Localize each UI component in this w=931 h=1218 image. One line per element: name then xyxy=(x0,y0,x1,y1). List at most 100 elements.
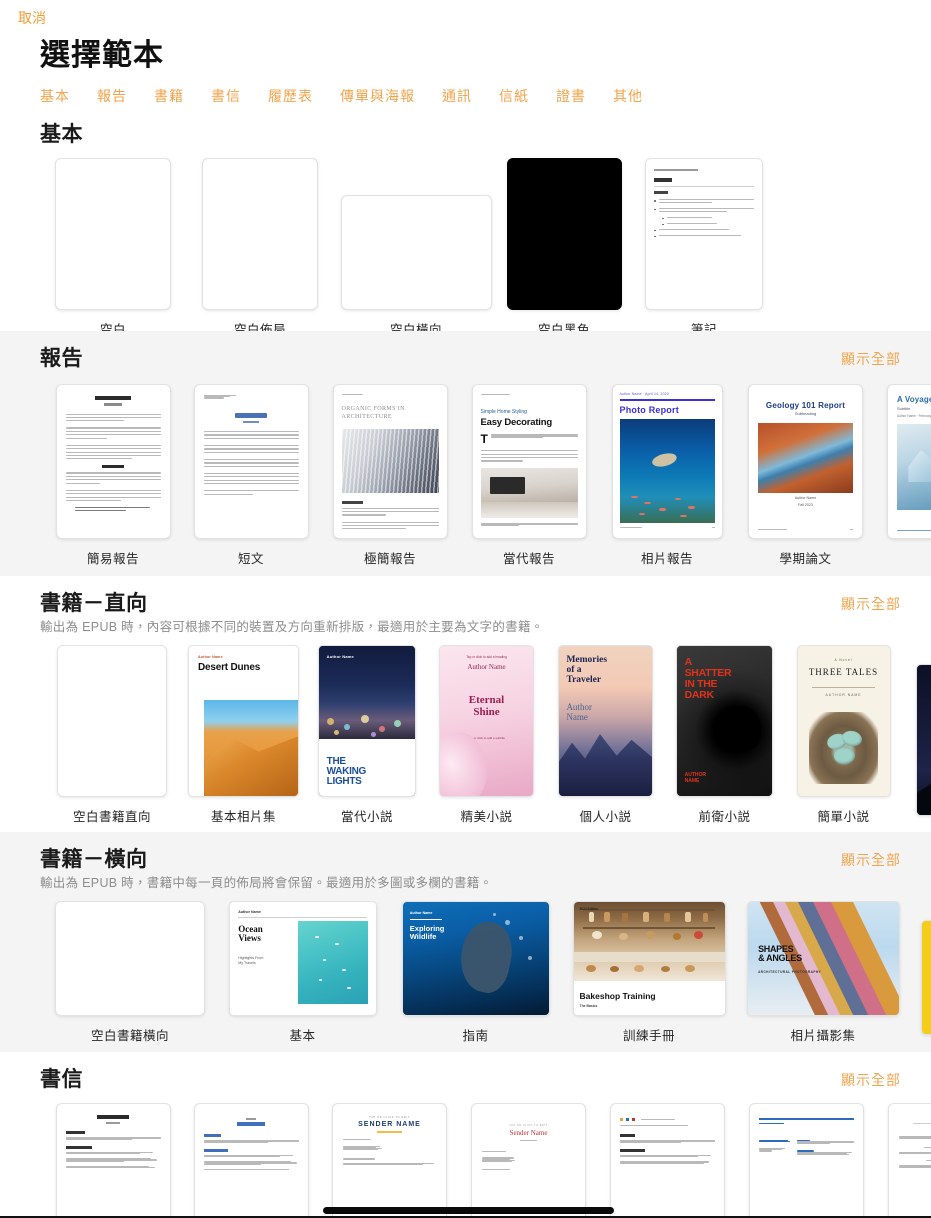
thumbnail-subtitle: The Basics xyxy=(579,1004,598,1009)
template-caption: 指南 xyxy=(462,1029,489,1043)
show-all-letters-button[interactable]: 顯示全部 xyxy=(841,1070,901,1090)
template-card-note[interactable]: 筆記 xyxy=(634,158,774,338)
template-card-simple-novel[interactable]: A Novel THREE TALES AUTHOR NAME 簡單小説 xyxy=(784,645,903,825)
template-card-elegant-novel[interactable]: Tap or click to add a heading Author Nam… xyxy=(427,645,546,825)
template-thumbnail[interactable] xyxy=(55,384,171,539)
template-card-training-manual[interactable]: 2024 Edition Bakeshop Training The Basic… xyxy=(562,901,736,1044)
cancel-button[interactable]: 取消 xyxy=(18,11,46,25)
tab-misc[interactable]: 其他 xyxy=(613,86,643,106)
template-thumbnail[interactable]: 2024 Edition Bakeshop Training The Basic… xyxy=(572,901,726,1016)
template-thumbnail[interactable]: A Voyage to the Subtitle Author Name · F… xyxy=(887,384,931,539)
template-caption: 極簡報告 xyxy=(363,552,416,566)
template-thumbnail[interactable]: Author Name Exploring Wildlife xyxy=(401,901,550,1016)
template-thumbnail[interactable] xyxy=(506,158,622,310)
template-thumbnail[interactable] xyxy=(193,1103,309,1218)
template-thumbnail[interactable] xyxy=(57,645,167,797)
template-thumbnail[interactable] xyxy=(55,158,171,310)
template-thumbnail[interactable]: Simple Home Styling Easy Decorating T xyxy=(471,384,587,539)
template-card-basic-landscape[interactable]: Author Name Ocean Views Highlights From My… xyxy=(216,901,389,1044)
template-thumbnail[interactable] xyxy=(55,1103,171,1218)
section-subtitle: 輸出為 EPUB 時，內容可根據不同的裝置及方向重新排版，最適用於主要為文字的書… xyxy=(40,620,544,634)
template-thumbnail[interactable]: TAP OR CLICK TO EDIT SENDER NAME xyxy=(332,1103,447,1218)
template-row-basic[interactable]: 空白 空白佈局 空白橫向 空白黑色 筆記 xyxy=(0,158,931,338)
template-thumbnail[interactable] xyxy=(55,901,205,1016)
thumbnail-subtitle: ARCHITECTURAL PHOTOGRAPHY xyxy=(758,969,822,974)
show-all-books-landscape-button[interactable]: 顯示全部 xyxy=(841,850,901,870)
show-all-reports-button[interactable]: 顯示全部 xyxy=(841,349,901,369)
template-thumbnail[interactable] xyxy=(645,158,763,310)
template-card-letter-6[interactable] xyxy=(737,1103,876,1218)
template-card-letter-5[interactable] xyxy=(598,1103,737,1218)
template-card-personal-novel[interactable]: Memories of a Traveler Author Name 個人小説 xyxy=(546,645,665,825)
template-card-blank-black[interactable]: 空白黑色 xyxy=(494,158,634,338)
tab-flyers-posters[interactable]: 傳單與海報 xyxy=(340,86,415,106)
tab-books[interactable]: 書籍 xyxy=(154,86,184,106)
template-card-photo-portfolio[interactable]: SHAPES & ANGLES ARCHITECTURAL PHOTOGRAPHY… xyxy=(736,901,910,1044)
template-card-letter-1[interactable] xyxy=(44,1103,182,1218)
template-thumbnail[interactable] xyxy=(888,1103,931,1218)
template-thumbnail[interactable]: Author Name · April 14, 2020 Photo Repor… xyxy=(611,384,723,539)
tab-stationery[interactable]: 信紙 xyxy=(499,86,529,106)
template-thumbnail[interactable]: Author Name Desert Dunes xyxy=(188,645,299,797)
template-caption: 簡單小説 xyxy=(817,810,870,824)
template-thumbnail[interactable]: Memories of a Traveler Author Name xyxy=(558,645,653,797)
template-card-school[interactable]: A Voyage to the Subtitle Author Name · F… xyxy=(875,384,931,567)
tab-certificates[interactable]: 證書 xyxy=(556,86,586,106)
template-caption: 相片報告 xyxy=(640,552,693,566)
template-thumbnail[interactable] xyxy=(610,1103,725,1218)
template-card-term-paper[interactable]: Geology 101 Report Subheading Author Nam… xyxy=(736,384,875,567)
thumbnail-author: AUTHOR NAME xyxy=(684,772,706,784)
template-thumbnail[interactable]: A SHATTER IN THE DARK AUTHOR NAME xyxy=(676,645,773,797)
template-thumbnail[interactable]: ORGANIC FORMS IN ARCHITECTURE xyxy=(332,384,448,539)
template-card-essay[interactable]: 短文 xyxy=(182,384,320,567)
template-thumbnail[interactable]: Recipes forSoupby Author StrawberryRainb… xyxy=(920,920,931,1035)
template-thumbnail[interactable] xyxy=(193,384,309,539)
template-row-books-portrait[interactable]: 空白書籍直向 Author Name Desert Dunes 基本相片集 Au… xyxy=(0,645,931,825)
template-card-letter-3[interactable]: TAP OR CLICK TO EDIT SENDER NAME xyxy=(320,1103,459,1218)
template-card-avantgarde-novel[interactable]: A SHATTER IN THE DARK AUTHOR NAME 前衛小説 xyxy=(665,645,784,825)
template-card-recipe[interactable]: Recipes forSoupby Author StrawberryRainb… xyxy=(910,920,931,1044)
template-card-minimal-report[interactable]: ORGANIC FORMS IN ARCHITECTURE 極簡報告 xyxy=(320,384,460,567)
template-card-letter-2[interactable] xyxy=(182,1103,320,1218)
show-all-books-portrait-button[interactable]: 顯示全部 xyxy=(841,594,901,614)
template-card-letter-7[interactable] xyxy=(876,1103,931,1218)
template-thumbnail[interactable] xyxy=(749,1103,864,1218)
horizontal-scrollbar-thumb[interactable] xyxy=(323,1207,614,1214)
template-thumbnail[interactable]: Geology 101 Report Subheading Author Nam… xyxy=(748,384,863,539)
template-card-night-novel[interactable] xyxy=(903,664,931,825)
template-thumbnail[interactable] xyxy=(340,195,492,310)
template-card-guide[interactable]: Author Name Exploring Wildlife 指南 xyxy=(389,901,562,1044)
thumbnail-title: Exploring Wildlife xyxy=(409,923,445,941)
template-thumbnail[interactable]: Author Name Ocean Views Highlights From My… xyxy=(228,901,377,1016)
template-caption: 基本相片集 xyxy=(210,810,276,824)
template-row-reports[interactable]: 簡易報告 短文 ORGANIC FORMS IN ARCHITECTURE 極簡… xyxy=(0,384,931,567)
tab-reports[interactable]: 報告 xyxy=(97,86,127,106)
template-thumbnail[interactable] xyxy=(202,158,318,310)
thumbnail-title: Desert Dunes xyxy=(198,662,261,673)
template-card-blank-book-portrait[interactable]: 空白書籍直向 xyxy=(44,645,180,825)
template-thumbnail[interactable]: Author Name THE WAKING LIGHTS xyxy=(318,645,416,797)
thumbnail-title: Eternal Shine xyxy=(468,694,505,718)
tab-letters[interactable]: 書信 xyxy=(211,86,241,106)
template-thumbnail[interactable]: A Novel THREE TALES AUTHOR NAME xyxy=(796,645,891,797)
tab-basic[interactable]: 基本 xyxy=(40,86,70,106)
template-card-blank-layout[interactable]: 空白佈局 xyxy=(182,158,338,338)
template-card-contemporary-novel[interactable]: Author Name THE WAKING LIGHTS 當代小説 xyxy=(307,645,427,825)
tab-resumes[interactable]: 履歷表 xyxy=(268,86,313,106)
template-card-simple-report[interactable]: 簡易報告 xyxy=(44,384,182,567)
template-card-basic-photo-book[interactable]: Author Name Desert Dunes 基本相片集 xyxy=(180,645,307,825)
template-thumbnail[interactable] xyxy=(915,664,931,816)
thumbnail-author: Author Name xyxy=(409,911,433,916)
tab-newsletters[interactable]: 通訊 xyxy=(442,86,472,106)
template-thumbnail[interactable]: TAP OR CLICK TO EDIT Sender Name xyxy=(471,1103,586,1218)
template-thumbnail[interactable]: SHAPES & ANGLES ARCHITECTURAL PHOTOGRAPHY xyxy=(746,901,900,1016)
template-card-letter-4[interactable]: TAP OR CLICK TO EDIT Sender Name xyxy=(459,1103,598,1218)
template-card-photo-report[interactable]: Author Name · April 14, 2020 Photo Repor… xyxy=(598,384,736,567)
template-card-contemporary-report[interactable]: Simple Home Styling Easy Decorating T 當代… xyxy=(460,384,598,567)
template-card-blank[interactable]: 空白 xyxy=(44,158,182,338)
template-card-blank-landscape[interactable]: 空白橫向 xyxy=(338,158,494,338)
template-thumbnail[interactable]: Tap or click to add a heading Author Nam… xyxy=(439,645,534,797)
template-card-blank-book-landscape[interactable]: 空白書籍橫向 xyxy=(44,901,216,1044)
template-row-letters[interactable]: TAP OR CLICK TO EDIT SENDER NAME TAP OR … xyxy=(0,1103,931,1218)
template-row-books-landscape[interactable]: 空白書籍橫向 Author Name Ocean Views Highlights… xyxy=(0,901,931,1044)
